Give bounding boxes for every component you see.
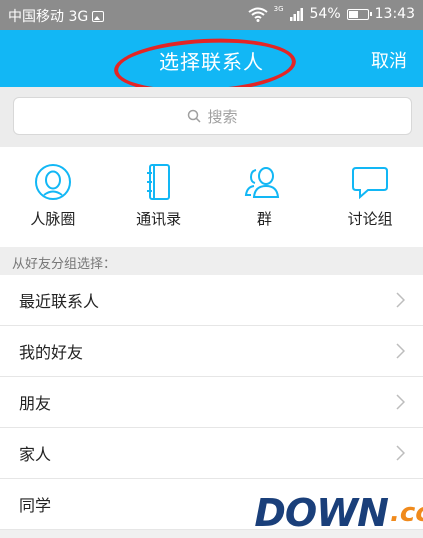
status-left: 中国移动 3G	[8, 6, 105, 26]
chevron-right-icon	[396, 394, 405, 410]
search-placeholder: 搜索	[207, 107, 238, 126]
group-label: 朋友	[19, 394, 52, 413]
chevron-right-icon	[396, 292, 405, 308]
nav-item-discussions[interactable]: 讨论组	[317, 147, 423, 247]
nav-label-network: 人脉圈	[30, 210, 76, 228]
watermark-logo: DOWN .cc	[254, 489, 423, 537]
nav-item-groups[interactable]: 群	[212, 147, 318, 247]
chevron-right-icon	[396, 445, 405, 461]
battery-percent: 54%	[309, 6, 341, 22]
carrier-label: 中国移动 3G	[8, 9, 89, 25]
cancel-button[interactable]: 取消	[371, 47, 407, 73]
watermark-text: DOWN	[254, 491, 389, 535]
group-label: 我的好友	[19, 343, 84, 362]
group-label: 同学	[19, 496, 52, 515]
group-row-family[interactable]: 家人	[0, 428, 423, 479]
search-icon	[188, 109, 202, 123]
status-bar: 中国移动 3G 3G 54% 13:43	[0, 0, 423, 30]
picture-notification-icon	[92, 10, 105, 22]
group-icon	[245, 167, 280, 198]
watermark-suffix: .cc	[389, 498, 423, 528]
clock: 13:43	[374, 6, 415, 22]
chat-bubble-icon	[352, 167, 389, 200]
nav-item-contacts[interactable]: 通讯录	[106, 147, 212, 247]
status-right: 3G 54% 13:43	[248, 4, 415, 22]
group-label: 家人	[19, 445, 52, 464]
chevron-right-icon	[396, 343, 405, 359]
address-book-icon	[146, 164, 170, 200]
network-type-label: 3G	[273, 4, 284, 13]
face-circle-icon	[34, 164, 71, 200]
nav-label-discussions: 讨论组	[347, 210, 393, 228]
signal-icon	[289, 8, 303, 21]
nav-item-network[interactable]: 人脉圈	[0, 147, 106, 247]
nav-label-groups: 群	[256, 210, 272, 228]
nav-label-contacts: 通讯录	[136, 210, 182, 228]
search-input[interactable]: 搜索	[13, 97, 412, 135]
group-row-my-friends[interactable]: 我的好友	[0, 326, 423, 377]
group-row-recent[interactable]: 最近联系人	[0, 275, 423, 326]
battery-icon	[346, 8, 372, 20]
wifi-icon	[248, 7, 268, 22]
group-row-friends[interactable]: 朋友	[0, 377, 423, 428]
group-label: 最近联系人	[19, 292, 100, 311]
search-section: 搜索	[0, 87, 423, 147]
quick-nav: 人脉圈 通讯录 群 讨论组	[0, 147, 423, 247]
section-header: 从好友分组选择：	[0, 247, 423, 275]
